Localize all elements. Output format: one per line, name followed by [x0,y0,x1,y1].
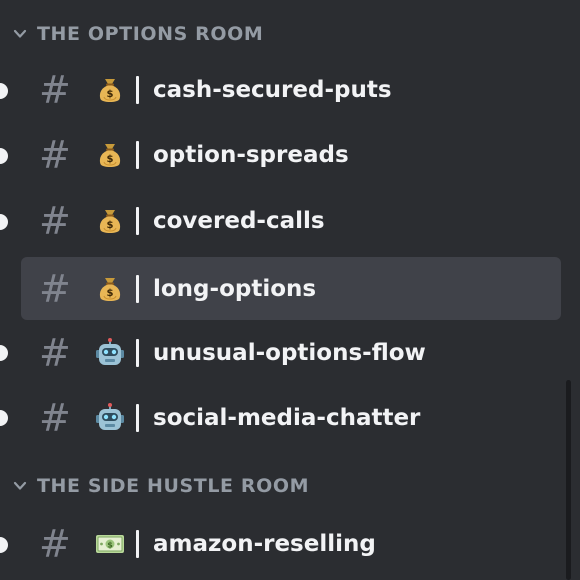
unread-indicator [0,410,8,426]
dollar-banknote-icon [95,529,125,559]
money-bag-icon [95,206,125,236]
chevron-down-icon [13,28,27,40]
money-bag-icon [95,75,125,105]
chevron-down-icon [13,480,27,492]
unread-indicator [0,214,8,230]
channel-long-options[interactable]: # long-options [21,257,561,320]
text-channel-hash-icon: # [39,521,71,566]
unread-indicator [0,345,8,361]
unread-indicator [0,83,8,99]
unread-indicator [0,148,8,164]
channel-name: social-media-chatter [153,404,421,431]
category-side-hustle-room[interactable]: THE SIDE HUSTLE ROOM [0,466,580,506]
unread-indicator [0,537,8,553]
text-channel-hash-icon: # [39,266,71,311]
channel-separator [136,529,139,558]
robot-face-icon [95,338,125,368]
channel-name: unusual-options-flow [153,339,426,366]
channel-name: cash-secured-puts [153,76,392,103]
channel-separator [136,338,139,367]
channel-separator [136,274,139,303]
text-channel-hash-icon: # [39,198,71,243]
scrollbar[interactable] [566,380,571,580]
text-channel-hash-icon: # [39,395,71,440]
money-bag-icon [95,140,125,170]
channel-name: amazon-reselling [153,530,376,557]
category-label: THE SIDE HUSTLE ROOM [37,475,310,497]
robot-face-icon [95,403,125,433]
channel-separator [136,140,139,169]
category-label: THE OPTIONS ROOM [37,23,264,45]
channel-separator [136,403,139,432]
text-channel-hash-icon: # [39,67,71,112]
channel-name: option-spreads [153,141,349,168]
channel-name: long-options [153,275,317,302]
channel-separator [136,75,139,104]
category-options-room[interactable]: THE OPTIONS ROOM [0,14,580,54]
text-channel-hash-icon: # [39,132,71,177]
channel-option-spreads[interactable]: # option-spreads [21,123,561,186]
money-bag-icon [95,274,125,304]
channel-covered-calls[interactable]: # covered-calls [21,189,561,252]
channel-amazon-reselling[interactable]: # amazon-reselling [21,512,561,575]
channel-social-media-chatter[interactable]: # social-media-chatter [21,386,561,449]
text-channel-hash-icon: # [39,330,71,375]
channel-unusual-options-flow[interactable]: # unusual-options-flow [21,321,561,384]
channel-separator [136,206,139,235]
channel-cash-secured-puts[interactable]: # cash-secured-puts [21,58,561,121]
channel-name: covered-calls [153,207,325,234]
